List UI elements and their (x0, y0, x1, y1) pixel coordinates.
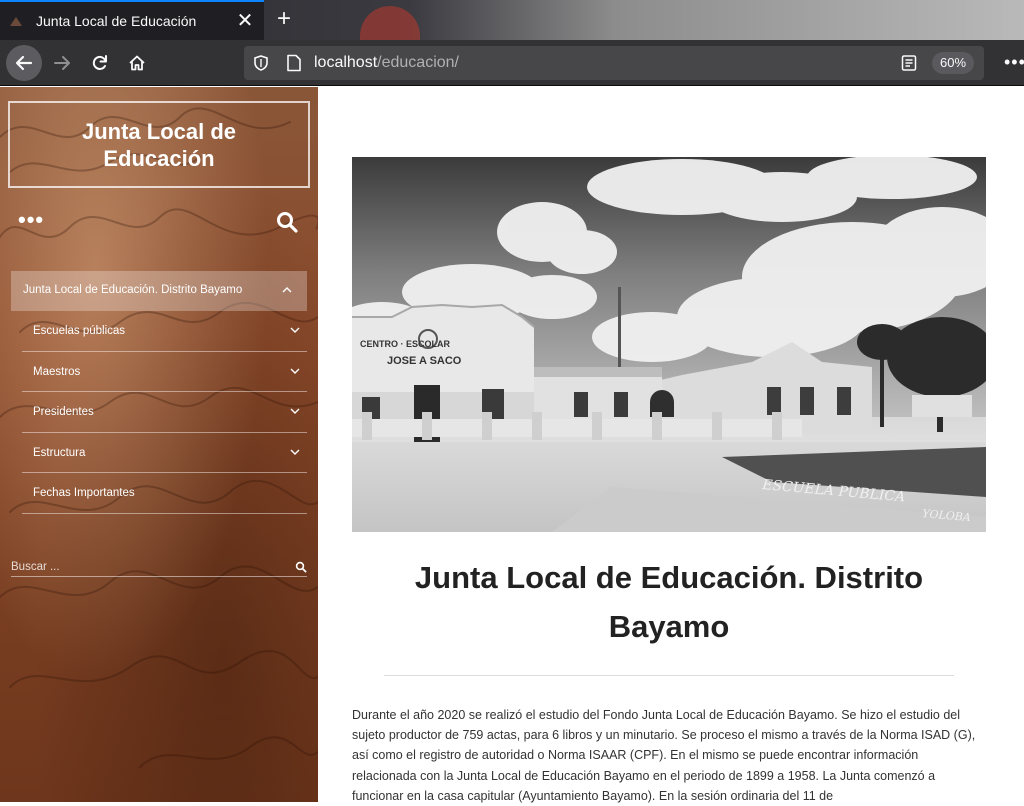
url-path: /educacion/ (377, 54, 459, 71)
home-icon (129, 55, 145, 71)
school-photo: CENTRO · ESCOLAR JOSE A SACO ESCUELA PUB… (352, 157, 986, 532)
page-info-icon[interactable] (286, 54, 302, 72)
sidebar: Junta Local de Educación ••• Junta Local… (0, 87, 318, 802)
back-button[interactable] (6, 45, 42, 81)
main-content: CENTRO · ESCOLAR JOSE A SACO ESCUELA PUB… (318, 87, 1024, 803)
reader-view-icon[interactable] (900, 54, 918, 72)
menu-item-presidentes[interactable]: Presidentes (22, 392, 307, 433)
chevron-down-icon[interactable] (289, 447, 301, 457)
site-title[interactable]: Junta Local de Educación (59, 118, 259, 172)
chevron-down-icon[interactable] (289, 406, 301, 416)
menu-item-maestros[interactable]: Maestros (22, 352, 307, 392)
building-sign-top: CENTRO · ESCOLAR (360, 339, 451, 349)
menu-item-distrito-bayamo[interactable]: Junta Local de Educación. Distrito Bayam… (11, 271, 307, 311)
home-button[interactable] (121, 47, 153, 79)
url-host: localhost (314, 54, 378, 71)
menu-item-label: Junta Local de Educación. Distrito Bayam… (23, 284, 243, 296)
menu-item-label: Escuelas públicas (33, 325, 126, 337)
zoom-level-badge[interactable]: 60% (932, 52, 975, 74)
url-text[interactable]: localhost/educacion/ (314, 54, 459, 72)
tab-close-icon[interactable]: ✕ (233, 8, 257, 34)
back-arrow-icon (15, 55, 33, 71)
title-divider (384, 675, 954, 676)
web-page: Junta Local de Educación ••• Junta Local… (0, 87, 1024, 803)
menu-item-label: Presidentes (33, 406, 94, 418)
chevron-up-icon[interactable] (281, 285, 293, 295)
new-tab-button[interactable]: + (270, 6, 298, 34)
sidebar-menu: Junta Local de Educación. Distrito Bayam… (11, 271, 307, 514)
browser-nav-bar: localhost/educacion/ 60% ••• (0, 40, 1024, 86)
tab-title: Junta Local de Educación (36, 13, 197, 29)
forward-arrow-icon (54, 56, 70, 70)
tab-favicon-icon (10, 17, 22, 26)
post-title: Junta Local de Educación. Distrito Bayam… (414, 560, 924, 644)
submenu: Escuelas públicas Maestros Presidentes E… (22, 311, 307, 514)
tab-bar-background-decor (360, 6, 420, 40)
featured-image: CENTRO · ESCOLAR JOSE A SACO ESCUELA PUB… (352, 157, 986, 532)
building-sign-name: JOSE A SACO (387, 355, 462, 367)
sidebar-search (11, 559, 307, 577)
menu-item-label: Estructura (33, 446, 86, 459)
browser-tab-active[interactable]: Junta Local de Educación ✕ (0, 0, 264, 40)
menu-item-fechas-importantes[interactable]: Fechas Importantes (22, 473, 307, 514)
menu-item-estructura[interactable]: Estructura (22, 433, 307, 473)
forward-button[interactable] (46, 47, 78, 79)
chevron-down-icon[interactable] (289, 366, 301, 376)
more-options-button[interactable]: ••• (18, 209, 44, 231)
url-bar[interactable]: localhost/educacion/ 60% (244, 46, 984, 80)
chevron-down-icon[interactable] (289, 325, 301, 335)
reload-button[interactable] (84, 47, 116, 79)
reload-icon (92, 55, 107, 70)
search-icon[interactable] (276, 211, 298, 233)
browser-menu-icon[interactable]: ••• (1004, 52, 1024, 73)
menu-item-escuelas-publicas[interactable]: Escuelas públicas (22, 311, 307, 352)
tracking-shield-icon[interactable] (252, 54, 270, 72)
browser-tab-bar: Junta Local de Educación ✕ + (0, 0, 1024, 40)
post-body-text: Durante el año 2020 se realizó el estudi… (352, 708, 976, 803)
search-input[interactable] (11, 559, 281, 575)
menu-item-label: Maestros (33, 365, 81, 378)
menu-item-label: Fechas Importantes (33, 487, 135, 499)
search-submit-icon[interactable] (295, 561, 307, 573)
site-title-box[interactable]: Junta Local de Educación (8, 101, 310, 188)
